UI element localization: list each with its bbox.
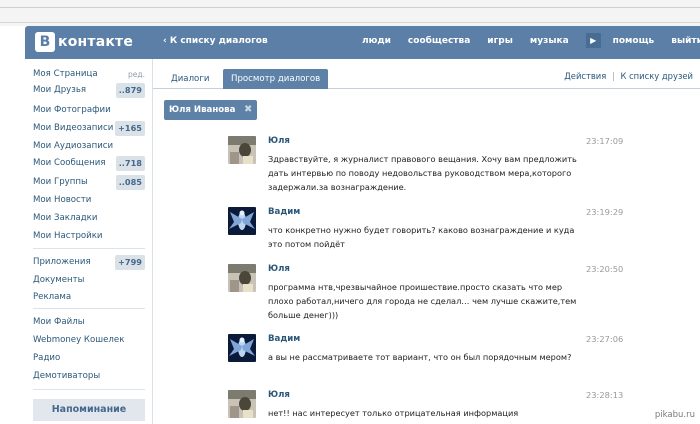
sidebar-item-friends[interactable]: Мои Друзья ..879 (33, 83, 145, 98)
sidebar-item-label: Мои Друзья (33, 85, 87, 95)
sidebar-item-files[interactable]: Мои Файлы (33, 315, 145, 330)
message-author[interactable]: Юля (268, 264, 290, 274)
nav-communities[interactable]: сообщества (408, 36, 470, 48)
sidebar-item-settings[interactable]: Мои Настройки (33, 229, 145, 244)
sidebar-item-label: Мои Новости (33, 195, 92, 205)
tab-view-dialogs[interactable]: Просмотр диалогов (223, 69, 329, 89)
sidebar-item-audio[interactable]: Мои Аудиозаписи (33, 139, 145, 154)
edit-link[interactable]: ред. (128, 67, 145, 82)
message-text: а вы не рассматриваете тот вариант, что … (268, 352, 572, 362)
nav-help[interactable]: помощь (613, 36, 655, 48)
sidebar-item-groups[interactable]: Мои Группы ..085 (33, 175, 145, 190)
sidebar-item-videos[interactable]: Мои Видеозаписи +165 (33, 121, 145, 136)
nav-music[interactable]: музыка (530, 36, 569, 48)
message-author[interactable]: Вадим (268, 334, 300, 344)
count-badge: +165 (115, 121, 145, 136)
browser-divider (0, 22, 700, 23)
message-time: 23:28:13 (586, 390, 624, 400)
message-text: программа нтв,чрезвычайное проишествие.п… (268, 282, 577, 320)
count-badge: ..085 (115, 175, 145, 190)
sidebar-item-label: Мои Аудиозаписи (33, 141, 114, 151)
sidebar-item-news[interactable]: Мои Новости (33, 193, 145, 208)
sidebar-item-label: Мои Настройки (33, 231, 103, 241)
avatar[interactable] (228, 334, 256, 362)
sidebar-item-photos[interactable]: Мои Фотографии (33, 103, 145, 118)
avatar[interactable] (228, 207, 256, 235)
vk-logo-icon: В (35, 32, 55, 52)
sidebar-item-label: Демотиваторы (33, 371, 101, 381)
dialog-panel: Диалоги Просмотр диалогов Действия | К с… (152, 59, 700, 424)
sidebar-item-label: Мои Закладки (33, 213, 98, 223)
watermark: pikabu.ru (654, 410, 695, 420)
sidebar-divider (33, 389, 145, 390)
link-separator: | (611, 71, 615, 81)
close-icon[interactable]: ✖ (244, 100, 252, 120)
sidebar-item-label: Моя Страница (33, 69, 98, 79)
browser-divider (0, 7, 700, 8)
back-link-label: К списку диалогов (169, 36, 268, 46)
message-time: 23:17:09 (586, 136, 624, 146)
count-badge: +799 (115, 255, 145, 270)
sidebar-item-my-page[interactable]: Моя Страница ред. (33, 67, 145, 82)
message-time: 23:27:06 (586, 334, 624, 344)
sidebar-item-label: Мои Группы (33, 177, 88, 187)
vk-logo-text: контакте (58, 34, 134, 50)
sidebar-item-label: Мои Файлы (33, 317, 85, 327)
top-nav: люди сообщества игры музыка ▶ помощь вый… (362, 33, 700, 48)
sidebar-item-label: Приложения (33, 257, 91, 267)
sidebar-item-bookmarks[interactable]: Мои Закладки (33, 211, 145, 226)
sidebar-item-webmoney[interactable]: Webmoney Кошелек (33, 333, 145, 348)
sidebar-item-label: Webmoney Кошелек (33, 335, 125, 345)
avatar[interactable] (228, 264, 256, 292)
reminder-header[interactable]: Напоминание (33, 399, 145, 421)
count-badge: ..879 (115, 83, 145, 98)
browser-chrome (0, 0, 700, 26)
sidebar-item-radio[interactable]: Радио (33, 351, 145, 366)
top-header: В контакте ‹ К списку диалогов люди сооб… (25, 26, 700, 59)
message-text: что конкретно нужно будет говорить? како… (268, 225, 575, 249)
vk-logo[interactable]: В контакте (35, 32, 133, 52)
recipient-name: Юля Иванова (169, 105, 236, 115)
message-author[interactable]: Юля (268, 390, 290, 400)
message-time: 23:19:29 (586, 207, 624, 217)
left-sidebar: Моя Страница ред. Мои Друзья ..879 Мои Ф… (25, 59, 151, 424)
message-author[interactable]: Юля (268, 136, 290, 146)
to-friends-link[interactable]: К списку друзей (620, 71, 693, 81)
count-badge: ..718 (115, 156, 145, 171)
sidebar-item-documents[interactable]: Документы (33, 273, 145, 288)
recipient-chip[interactable]: Юля Иванова ✖ (164, 100, 258, 120)
sidebar-item-demotivators[interactable]: Демотиваторы (33, 369, 145, 384)
sidebar-divider (33, 308, 145, 309)
tab-actions-group: Действия | К списку друзей (564, 71, 693, 81)
sidebar-item-messages[interactable]: Мои Сообщения ..718 (33, 156, 145, 171)
tab-bar: Диалоги Просмотр диалогов Действия | К с… (153, 59, 700, 89)
nav-logout[interactable]: выйти (671, 36, 700, 48)
nav-games[interactable]: игры (487, 36, 513, 48)
sidebar-divider (33, 248, 145, 249)
avatar[interactable] (228, 136, 256, 164)
message-text: нет!! нас интересует только отрицательна… (268, 408, 519, 418)
tab-dialogs[interactable]: Диалоги (163, 69, 217, 89)
message-author[interactable]: Вадим (268, 207, 300, 217)
sidebar-item-label: Документы (33, 275, 85, 285)
play-icon[interactable]: ▶ (585, 33, 601, 48)
sidebar-item-ads[interactable]: Реклама (33, 290, 145, 305)
sidebar-item-label: Радио (33, 353, 61, 363)
avatar[interactable] (228, 390, 256, 418)
sidebar-item-label: Реклама (33, 292, 72, 302)
chevron-left-icon: ‹ (163, 36, 167, 46)
sidebar-item-label: Мои Фотографии (33, 105, 111, 115)
message-time: 23:20:50 (586, 264, 624, 274)
sidebar-item-apps[interactable]: Приложения +799 (33, 255, 145, 270)
sidebar-item-label: Мои Сообщения (33, 158, 106, 168)
message-text: Здравствуйте, я журналист правового веща… (268, 154, 577, 192)
sidebar-item-label: Мои Видеозаписи (33, 123, 114, 133)
back-to-dialogs-link[interactable]: ‹ К списку диалогов (163, 36, 268, 46)
nav-people[interactable]: люди (362, 36, 391, 48)
actions-link[interactable]: Действия (564, 71, 606, 81)
